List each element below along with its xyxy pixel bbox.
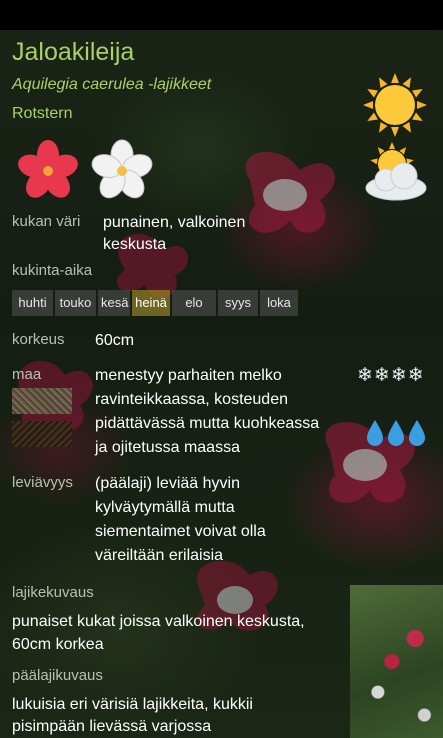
soil-text-line4: ja ojitetussa maassa: [95, 439, 240, 456]
white-flower-icon: [91, 139, 153, 199]
soil-text-line1: menestyy parhaiten melko: [95, 367, 282, 384]
sun-cloud-icon: [365, 142, 427, 201]
spread-text-line4: väreiltään erilaisia: [95, 547, 224, 564]
month-chip: syys: [218, 290, 258, 316]
spread-text-line3: siementaimet voivat olla: [95, 523, 266, 540]
cultivar-description-line2: 60cm korkea: [12, 636, 104, 653]
soil-text-line2: ravinteikkaassa, kosteuden: [95, 391, 288, 408]
month-chip: loka: [260, 290, 298, 316]
plant-name: Jaloakileija: [12, 38, 135, 66]
species-description-line1: lukuisia eri värisiä lajikkeita, kukkii: [12, 696, 253, 713]
month-chip: elo: [172, 290, 216, 316]
month-chip: touko: [55, 290, 96, 316]
spread-text-line2: kylväytymällä mutta: [95, 499, 235, 516]
month-chip: kesä: [98, 290, 130, 316]
cultivar-description-line1: punaiset kukat joissa valkoinen keskusta…: [12, 613, 305, 630]
height-label: korkeus: [12, 331, 65, 348]
soil-sample-light: [12, 388, 72, 414]
spread-text-line1: (päälaji) leviää hyvin: [95, 475, 240, 492]
flower-color-label: kukan väri: [12, 213, 81, 230]
status-bar: [0, 0, 443, 30]
water-drops-icon: [367, 420, 425, 446]
month-chip-active: heinä: [132, 290, 170, 316]
cultivar-name: Rotstern: [12, 105, 73, 122]
hardiness-snowflake-icons: ❄❄❄❄: [357, 365, 425, 386]
red-flower-icon: [18, 140, 78, 198]
soil-sample-dark: [12, 421, 72, 447]
spread-label: leviävyys: [12, 474, 73, 491]
plant-photo-thumbnail[interactable]: [350, 585, 443, 738]
latin-name: Aquilegia caerulea -lajikkeet: [12, 76, 212, 93]
bloom-months: huhti touko kesä heinä elo syys loka: [12, 290, 298, 316]
species-description-line2: pisimpään lievässä varjossa: [12, 718, 212, 735]
soil-text-line3: pidättävässä mutta kuohkeassa: [95, 415, 320, 432]
flower-color-value-line1: punainen, valkoinen: [103, 214, 246, 231]
sun-icon: [363, 73, 427, 137]
cultivar-description-label: lajikekuvaus: [12, 584, 94, 601]
bloom-time-label: kukinta-aika: [12, 262, 93, 279]
species-description-label: päälajikuvaus: [12, 667, 103, 684]
soil-label: maa: [12, 366, 42, 383]
flower-color-value-line2: keskusta: [103, 236, 167, 253]
month-chip: huhti: [12, 290, 53, 316]
height-value: 60cm: [95, 332, 135, 349]
